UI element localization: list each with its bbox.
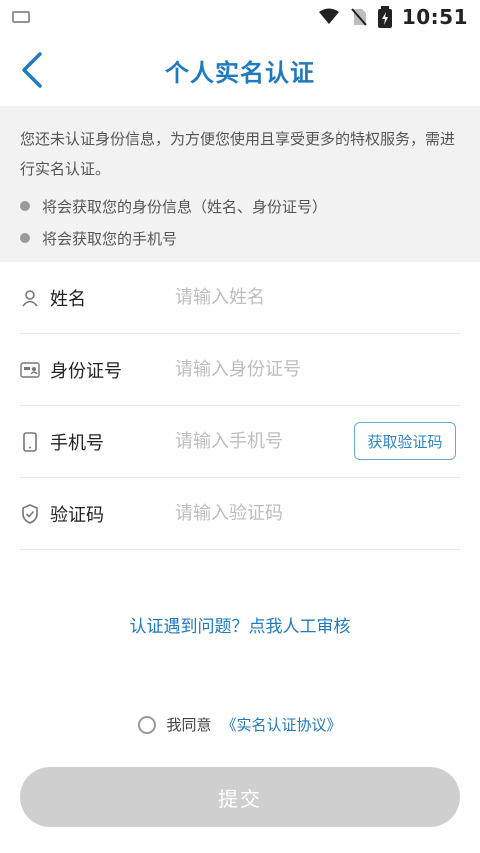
verification-form: 姓名 身份证号 手机号 获取验证码 bbox=[0, 262, 480, 550]
phone-icon bbox=[20, 431, 40, 452]
notice-bullet-text: 将会获取您的身份信息（姓名、身份证号） bbox=[42, 197, 328, 216]
keyboard-icon bbox=[12, 11, 30, 23]
status-right: 10:51 bbox=[318, 5, 468, 29]
manual-review-link[interactable]: 认证遇到问题？点我人工审核 bbox=[0, 612, 480, 637]
id-card-icon bbox=[20, 360, 40, 380]
chevron-left-icon bbox=[22, 52, 42, 88]
submit-button[interactable]: 提交 bbox=[20, 767, 460, 827]
bullet-dot-icon bbox=[20, 233, 30, 243]
get-code-button[interactable]: 获取验证码 bbox=[354, 422, 456, 460]
code-row: 验证码 bbox=[20, 478, 460, 550]
notice-text: 您还未认证身份信息，为方便您使用且享受更多的特权服务，需进行实名认证。 bbox=[20, 130, 456, 178]
agree-radio[interactable] bbox=[138, 715, 157, 734]
wifi-icon bbox=[318, 8, 339, 24]
shield-icon bbox=[20, 503, 40, 524]
code-input[interactable] bbox=[175, 503, 460, 524]
id-label: 身份证号 bbox=[50, 360, 122, 382]
person-icon bbox=[20, 288, 40, 308]
id-input[interactable] bbox=[175, 359, 460, 380]
agreement-link[interactable]: 《实名认证协议》 bbox=[222, 714, 342, 735]
notice-bullet-text: 将会获取您的手机号 bbox=[42, 229, 178, 248]
no-sim-icon bbox=[351, 8, 367, 26]
agreement-prefix: 我同意 bbox=[166, 716, 212, 734]
phone-row: 手机号 获取验证码 bbox=[20, 406, 460, 478]
navigation-bar: 个人实名认证 bbox=[0, 34, 480, 106]
name-input[interactable] bbox=[175, 287, 460, 308]
phone-label: 手机号 bbox=[50, 432, 104, 454]
code-label: 验证码 bbox=[50, 504, 104, 526]
name-label: 姓名 bbox=[50, 288, 86, 310]
bullet-dot-icon bbox=[20, 201, 30, 211]
status-bar: 10:51 bbox=[0, 0, 480, 34]
name-row: 姓名 bbox=[20, 262, 460, 334]
notice-bullet: 将会获取您的身份信息（姓名、身份证号） bbox=[20, 190, 460, 222]
id-row: 身份证号 bbox=[20, 334, 460, 406]
battery-charging-icon bbox=[377, 6, 392, 28]
page-title: 个人实名认证 bbox=[165, 58, 315, 87]
agreement-row: 我同意 《实名认证协议》 bbox=[0, 714, 480, 735]
status-left bbox=[12, 11, 30, 23]
notice-panel: 您还未认证身份信息，为方便您使用且享受更多的特权服务，需进行实名认证。 将会获取… bbox=[0, 106, 480, 262]
notice-bullet: 将会获取您的手机号 bbox=[20, 222, 460, 254]
back-button[interactable] bbox=[10, 44, 54, 96]
status-time: 10:51 bbox=[401, 5, 468, 29]
